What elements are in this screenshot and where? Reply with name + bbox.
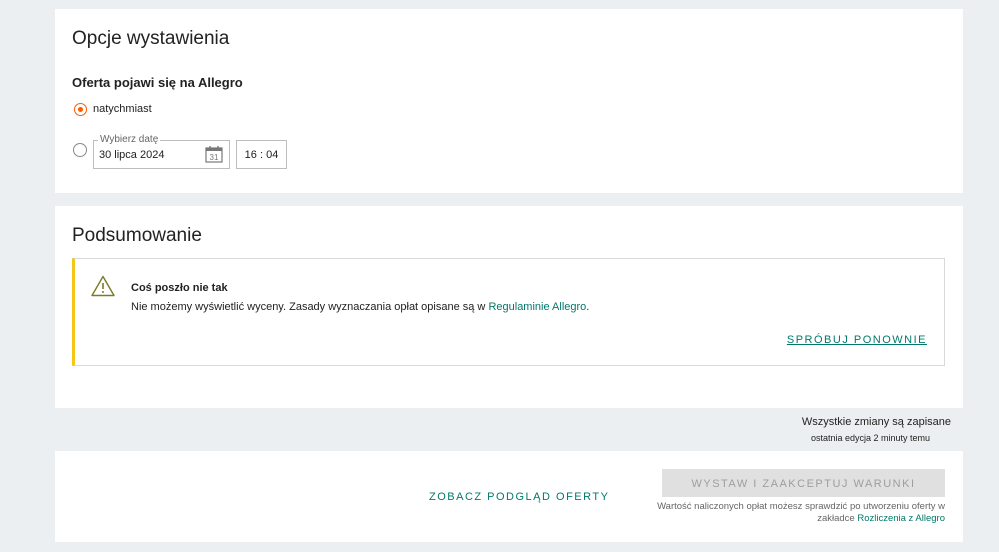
date-picker-field[interactable]: Wybierz datę 30 lipca 2024 31 [93,134,230,169]
error-alert: Coś poszło nie tak Nie możemy wyświetlić… [72,258,945,366]
alert-message: Nie możemy wyświetlić wyceny. Zasady wyz… [131,301,589,313]
save-status: Wszystkie zmiany są zapisane [801,416,951,428]
listing-appear-subtitle: Oferta pojawi się na Allegro [72,75,243,90]
radio-scheduled[interactable] [73,143,87,157]
alert-message-text: Nie możemy wyświetlić wyceny. Zasady wyz… [131,301,486,313]
radio-now[interactable] [74,103,87,116]
save-status-sub: ostatnia edycja 2 minuty temu [811,433,931,443]
warning-icon [91,275,115,297]
date-field-value: 30 lipca 2024 [99,149,165,161]
listing-options-card: Opcje wystawienia Oferta pojawi się na A… [55,9,963,193]
regulations-link[interactable]: Regulaminie Allegro [488,301,586,313]
time-field[interactable]: 16 : 04 [236,140,287,169]
fees-note: Wartość naliczonych opłat możesz sprawdz… [645,501,945,525]
alert-title: Coś poszło nie tak [131,282,228,294]
radio-now-label[interactable]: natychmiast [93,103,152,115]
alert-message-end: . [586,301,590,313]
billing-link[interactable]: Rozliczenia z Allegro [857,513,945,524]
calendar-icon-day: 31 [210,153,219,162]
date-field-legend: Wybierz datę [98,134,161,145]
listing-options-title: Opcje wystawienia [72,28,230,49]
summary-title: Podsumowanie [72,225,202,246]
calendar-icon[interactable]: 31 [205,145,223,163]
footer-actions-card: ZOBACZ PODGLĄD OFERTY WYSTAW I ZAAKCEPTU… [55,451,963,542]
publish-accept-button[interactable]: WYSTAW I ZAAKCEPTUJ WARUNKI [662,469,945,497]
retry-button[interactable]: SPRÓBUJ PONOWNIE [787,334,927,346]
preview-offer-link[interactable]: ZOBACZ PODGLĄD OFERTY [429,491,609,503]
summary-card: Podsumowanie Coś poszło nie tak Nie może… [55,206,963,408]
